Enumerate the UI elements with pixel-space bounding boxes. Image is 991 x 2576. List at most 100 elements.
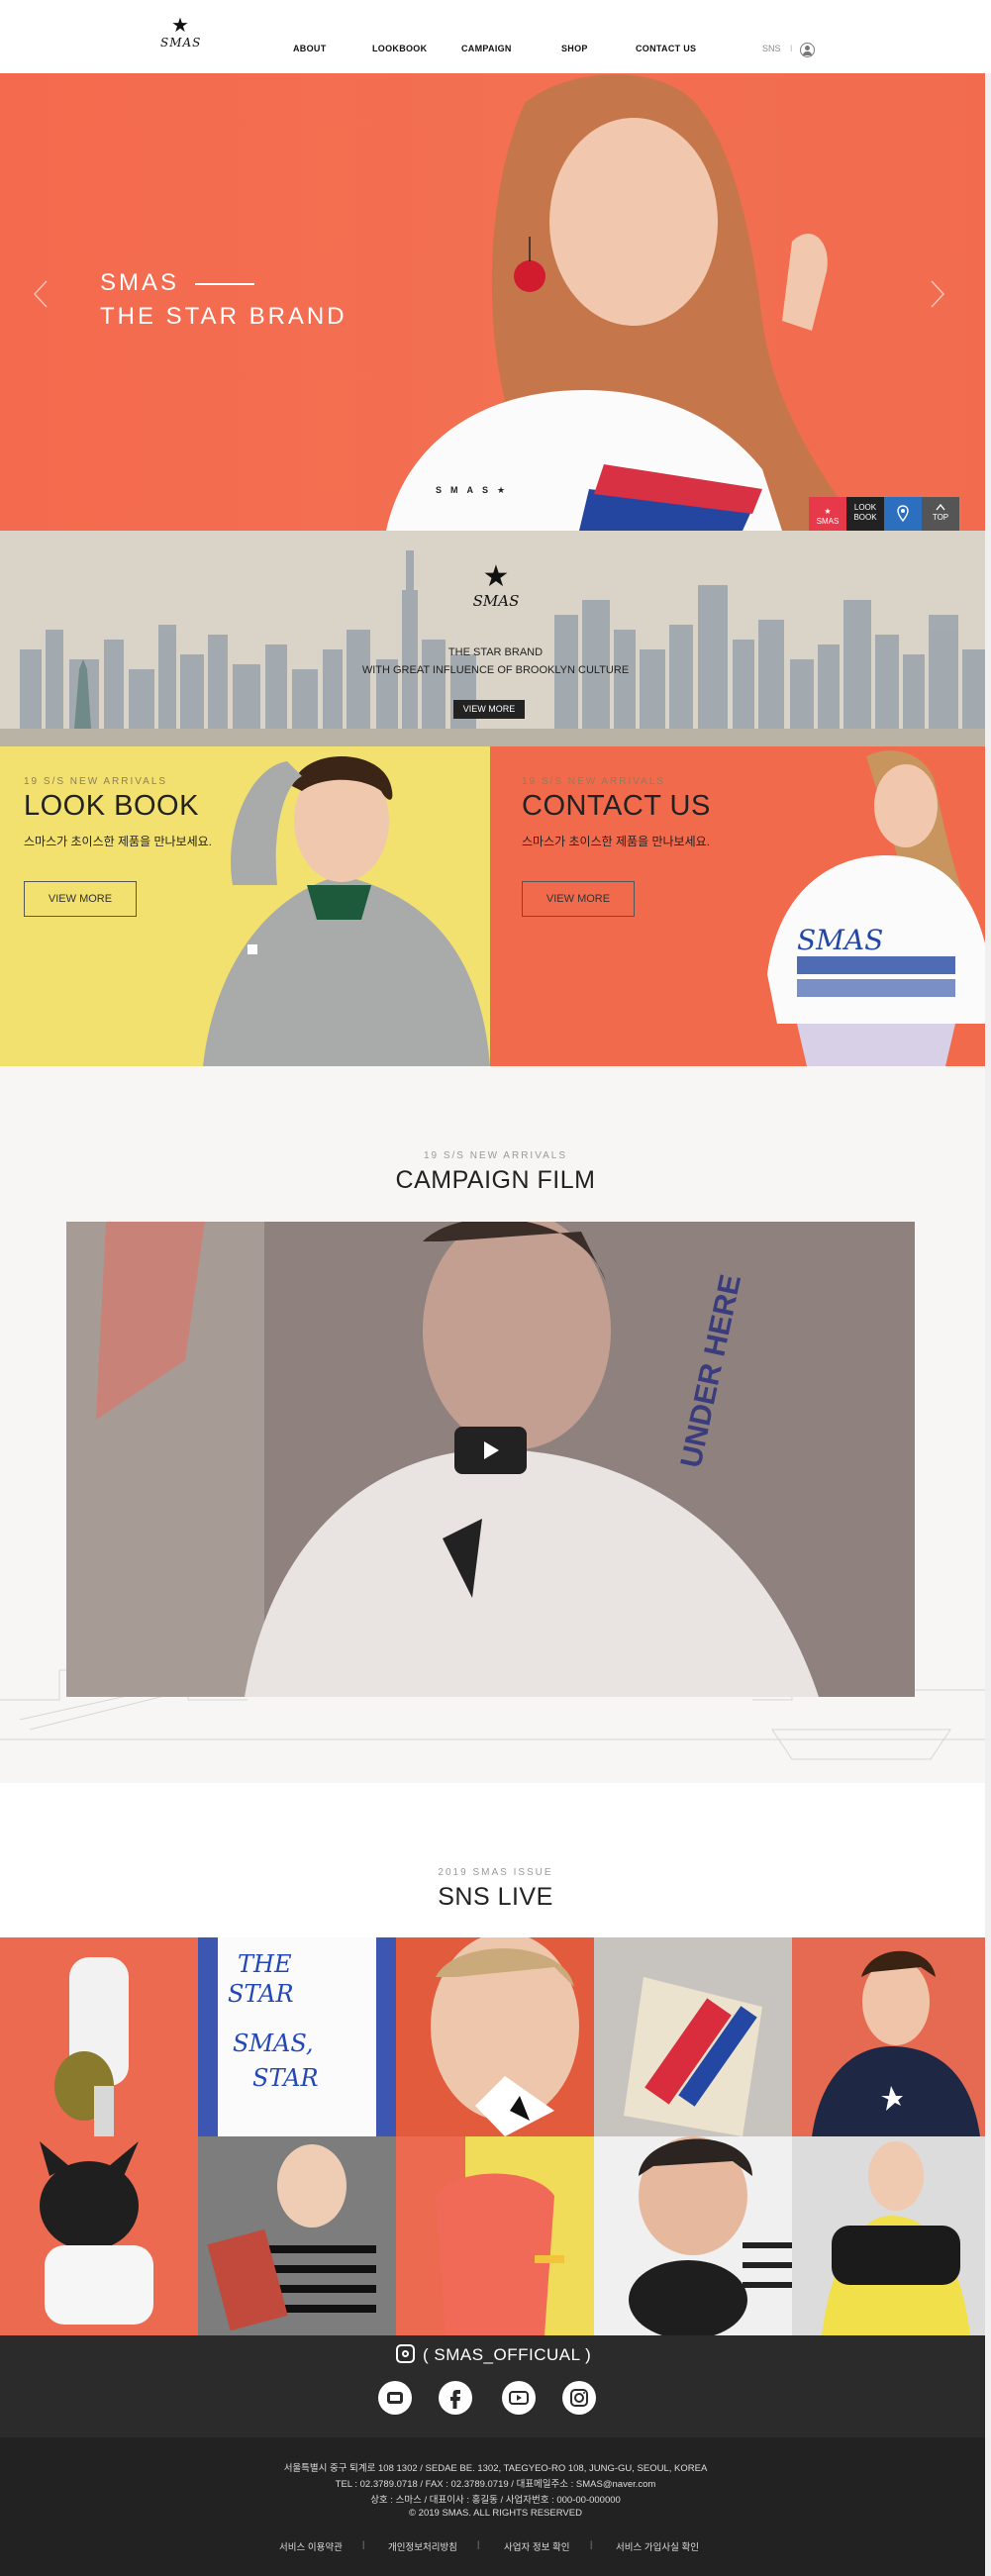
footer-link-terms[interactable]: 서비스 이용약관	[279, 2539, 343, 2553]
city-view-more-button[interactable]: VIEW MORE	[453, 700, 525, 719]
chevron-left-icon[interactable]	[33, 279, 49, 309]
nav-item-lookbook[interactable]: LOOKBOOK	[372, 44, 427, 53]
footer-address: 서울특별시 중구 퇴계로 108 1302 / SEDAE BE. 1302, …	[283, 2463, 708, 2474]
nav-item-campaign[interactable]: CAMPAIGN	[461, 44, 512, 53]
sns-tile[interactable]	[198, 2136, 396, 2335]
lookbook-subtitle: 19 S/S NEW ARRIVALS	[24, 776, 168, 787]
lookbook-title: LOOK BOOK	[24, 790, 199, 822]
quick-menu-location[interactable]	[884, 497, 922, 531]
sns-tile[interactable]: THE STAR SMAS, STAR	[198, 1937, 396, 2136]
header: ★ SMAS ABOUT LOOKBOOK CAMPAIGN SHOP CONT…	[0, 0, 991, 73]
star-icon: ★	[824, 507, 832, 516]
sns-link[interactable]: SNS	[762, 44, 781, 53]
quick-label: BOOK	[853, 513, 877, 522]
contact-description: 스마스가 초이스한 제품을 만나보세요.	[522, 835, 710, 848]
quick-label: TOP	[932, 513, 949, 522]
sns-photo	[431, 1937, 579, 2136]
chevron-right-icon[interactable]	[930, 279, 945, 309]
footer	[0, 2437, 991, 2576]
contact-title: CONTACT US	[522, 790, 711, 822]
kakao-story-icon[interactable]	[378, 2381, 412, 2415]
campaign-subtitle: 19 S/S NEW ARRIVALS	[423, 1150, 568, 1161]
star-icon: ★	[482, 560, 510, 593]
instagram-icon[interactable]	[562, 2381, 596, 2415]
lookbook-view-more-button[interactable]: VIEW MORE	[24, 881, 137, 917]
svg-text:STAR: STAR	[252, 2064, 319, 2092]
sns-photo	[624, 1977, 762, 2136]
quick-menu-lookbook[interactable]: LOOK BOOK	[846, 497, 884, 531]
sns-photo	[396, 2136, 564, 2335]
city-line1: THE STAR BRAND	[447, 646, 544, 658]
nav-item-contact[interactable]: CONTACT US	[636, 44, 696, 53]
contact-view-more-button[interactable]: VIEW MORE	[522, 881, 635, 917]
hero-banner: SMAS THE STAR BRAND SMAS★	[0, 73, 991, 531]
play-icon[interactable]	[454, 1427, 527, 1474]
footer-copyright: © 2019 SMAS. ALL RIGHTS RESERVED	[409, 2508, 582, 2519]
quick-label: LOOK	[853, 503, 877, 512]
svg-text:SMAS,: SMAS,	[233, 2030, 314, 2057]
sns-photo	[812, 1950, 980, 2136]
sns-photo	[207, 2144, 376, 2331]
svg-text:STAR: STAR	[228, 1980, 294, 2008]
main-nav: ABOUT LOOKBOOK CAMPAIGN SHOP CONTACT US	[0, 44, 991, 59]
sns-photo	[54, 1957, 129, 2136]
sns-subtitle: 2019 SMAS ISSUE	[438, 1867, 553, 1878]
nav-item-about[interactable]: ABOUT	[293, 44, 327, 53]
city-logo-text: SMAS	[472, 592, 520, 610]
sns-tile[interactable]	[594, 1937, 792, 2136]
sns-photo	[629, 2136, 792, 2335]
quick-menu-top[interactable]: TOP	[922, 497, 959, 531]
contact-model-image: SMAS	[767, 750, 991, 1066]
sns-tile[interactable]	[792, 1937, 990, 2136]
star-icon: ★	[171, 15, 189, 37]
quick-menu-smas[interactable]: ★ SMAS	[809, 497, 846, 531]
sns-tile[interactable]	[396, 2136, 594, 2335]
shirt-graphic-text: SMAS	[797, 924, 883, 956]
sns-tile[interactable]	[594, 2136, 792, 2335]
lookbook-model-image	[203, 756, 490, 1066]
sns-photo-grid: THE STAR SMAS, STAR	[0, 1937, 991, 2335]
hero-title-line2: THE STAR BRAND	[100, 303, 347, 330]
nav-item-shop[interactable]: SHOP	[561, 44, 588, 53]
instagram-handle-text: ( SMAS_OFFICUAL )	[423, 2345, 592, 2364]
hero-model-image	[386, 74, 861, 531]
chevron-up-icon	[936, 503, 945, 511]
hero-title: SMAS THE STAR BRAND	[100, 266, 347, 334]
title-rule	[195, 282, 255, 285]
page-edge	[985, 73, 991, 2576]
location-pin-icon	[897, 505, 909, 523]
sns-tile[interactable]	[0, 2136, 198, 2335]
divider: |	[362, 2539, 365, 2549]
facebook-icon[interactable]	[439, 2381, 472, 2415]
sns-photo: THESTARSMAS,STAR	[218, 1937, 376, 2136]
divider: |	[477, 2539, 480, 2549]
footer-link-service-registration[interactable]: 서비스 가입사실 확인	[616, 2539, 699, 2553]
hero-brand-strip: SMAS★	[436, 485, 515, 495]
campaign-title: CAMPAIGN FILM	[395, 1166, 596, 1194]
lookbook-description: 스마스가 초이스한 제품을 만나보세요.	[24, 835, 212, 848]
hero-title-line1: SMAS	[100, 269, 180, 296]
footer-company: 상호 : 스마스 / 대표이사 : 홍길동 / 사업자번호 : 000-00-0…	[370, 2495, 621, 2506]
divider: |	[590, 2539, 593, 2549]
quick-label: SMAS	[816, 517, 840, 526]
contact-subtitle: 19 S/S NEW ARRIVALS	[522, 776, 666, 787]
footer-contact: TEL : 02.3789.0718 / FAX : 02.3789.0719 …	[335, 2479, 656, 2490]
page: ★ SMAS ABOUT LOOKBOOK CAMPAIGN SHOP CONT…	[0, 0, 991, 2576]
svg-text:THE: THE	[238, 1950, 292, 1978]
footer-link-business-info[interactable]: 사업자 정보 확인	[504, 2539, 569, 2553]
footer-links: 서비스 이용약관 | 개인정보처리방침 | 사업자 정보 확인 | 서비스 가입…	[0, 2539, 991, 2553]
city-logo: ★ SMAS	[471, 562, 521, 617]
sns-tile[interactable]	[396, 1937, 594, 2136]
city-line2: WITH GREAT INFLUENCE OF BROOKLYN CULTURE	[361, 664, 630, 676]
sns-tile[interactable]	[792, 2136, 990, 2335]
sns-tile[interactable]	[0, 1937, 198, 2136]
youtube-icon[interactable]	[502, 2381, 536, 2415]
instagram-handle[interactable]: ( SMAS_OFFICUAL )	[396, 2344, 614, 2368]
user-icon[interactable]	[800, 43, 815, 57]
divider: I	[790, 44, 793, 53]
sns-photo	[822, 2141, 970, 2335]
sns-photo	[40, 2141, 153, 2325]
footer-link-privacy[interactable]: 개인정보처리방침	[388, 2539, 457, 2553]
instagram-icon	[396, 2344, 415, 2363]
sns-title: SNS LIVE	[438, 1883, 553, 1911]
